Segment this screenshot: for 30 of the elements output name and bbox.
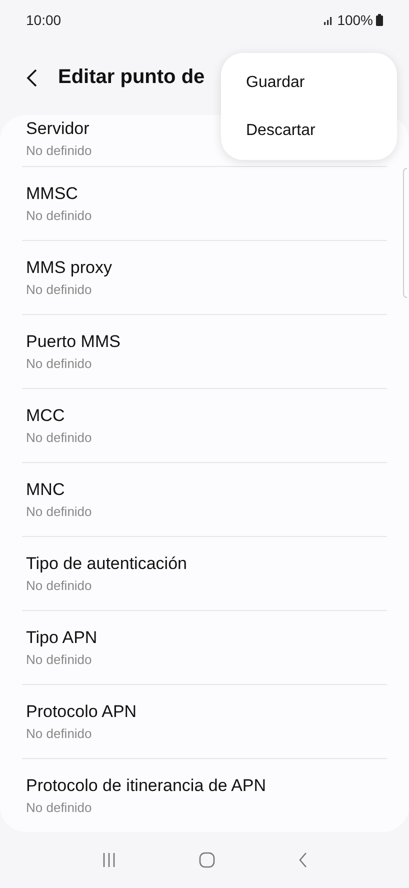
setting-title[interactable]: MCC bbox=[26, 406, 65, 426]
signal-icon bbox=[324, 16, 334, 24]
setting-title[interactable]: Servidor bbox=[26, 119, 90, 139]
home-icon[interactable] bbox=[198, 852, 214, 868]
setting-title[interactable]: Tipo APN bbox=[26, 628, 98, 648]
setting-value: No definido bbox=[26, 800, 92, 815]
menu-item[interactable]: Descartar bbox=[221, 106, 397, 154]
setting-title[interactable]: Puerto MMS bbox=[26, 332, 120, 352]
battery-icon bbox=[376, 14, 383, 26]
setting-title[interactable]: MMSC bbox=[26, 184, 78, 204]
back-icon[interactable] bbox=[26, 68, 38, 88]
setting-value: No definido bbox=[26, 430, 92, 446]
setting-title[interactable]: Tipo de autenticación bbox=[26, 554, 187, 574]
setting-value: No definido bbox=[26, 652, 92, 668]
setting-title[interactable]: Protocolo de itinerancia de APN bbox=[26, 776, 266, 796]
page-title: Editar punto de bbox=[58, 66, 205, 89]
setting-value: No definido bbox=[26, 356, 92, 372]
battery-percent: 100% bbox=[337, 12, 373, 28]
setting-value: No definido bbox=[26, 282, 92, 298]
setting-value: No definido bbox=[26, 726, 92, 741]
setting-title[interactable]: MNC bbox=[26, 480, 65, 500]
setting-value: No definido bbox=[26, 143, 92, 158]
setting-title[interactable]: MMS proxy bbox=[26, 258, 112, 278]
recent-apps-icon[interactable] bbox=[102, 852, 116, 868]
setting-value: No definido bbox=[26, 208, 92, 224]
status-time: 10:00 bbox=[26, 12, 62, 28]
menu-item[interactable]: Guardar bbox=[221, 58, 397, 106]
setting-value: No definido bbox=[26, 578, 92, 594]
setting-title[interactable]: Protocolo APN bbox=[26, 702, 137, 722]
setting-value: No definido bbox=[26, 504, 92, 520]
